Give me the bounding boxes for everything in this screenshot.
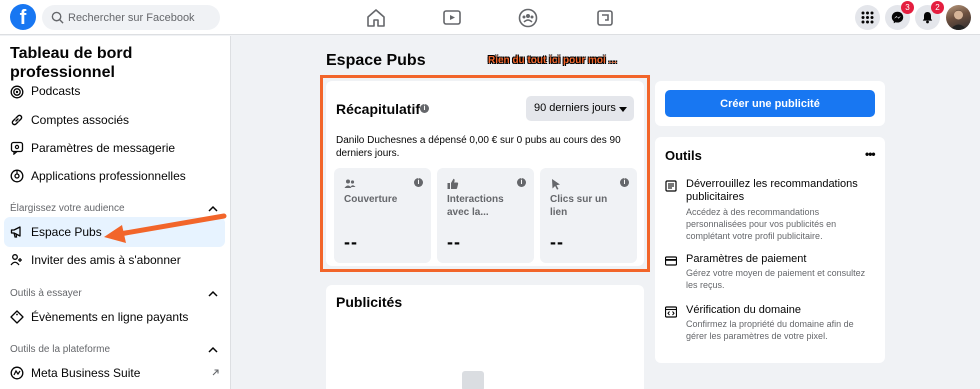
sidebar-item-podcasts[interactable]: Podcasts	[4, 78, 225, 108]
sidebar-item-label: Inviter des amis à s'abonner	[31, 253, 181, 267]
link-icon	[11, 114, 23, 126]
sidebar-item-label: Comptes associés	[31, 113, 130, 127]
sidebar-title: Tableau de bord professionnel	[10, 45, 133, 81]
sidebar-item-label: Meta Business Suite	[31, 366, 141, 380]
bell-icon	[922, 12, 933, 24]
ticket-icon	[10, 310, 24, 324]
meta-business-icon	[10, 366, 24, 380]
invite-friends-icon	[10, 254, 22, 266]
sidebar-item-meta-business-suite[interactable]: Meta Business Suite	[4, 358, 225, 388]
notifications-badge: 2	[931, 1, 944, 14]
section-platform-title: Outils de la plateforme	[10, 344, 111, 355]
search-input[interactable]	[68, 5, 214, 30]
tool-title: Vérification du domaine	[686, 304, 801, 316]
tool-title: Paramètres de paiement	[686, 253, 807, 265]
highlight-box	[320, 75, 650, 272]
annotation-text: Rien du tout ici pour moi ...	[488, 55, 617, 66]
home-icon[interactable]	[365, 7, 387, 29]
recommendations-icon	[665, 180, 677, 192]
chevron-up-icon[interactable]	[208, 290, 218, 297]
top-navigation-bar: f 3 2	[0, 0, 980, 35]
notifications-button[interactable]: 2	[915, 1, 944, 30]
sidebar-item-label: Espace Pubs	[31, 225, 102, 239]
create-ad-card: Créer une publicité	[655, 81, 885, 126]
tool-description: Gérez votre moyen de paiement et consult…	[686, 268, 866, 290]
empty-state-illustration-icon	[462, 371, 484, 389]
podcast-icon	[10, 85, 24, 99]
profile-avatar[interactable]	[946, 5, 971, 30]
groups-icon[interactable]	[517, 7, 539, 29]
gaming-icon[interactable]	[594, 7, 616, 29]
search-icon	[51, 11, 64, 24]
tool-description: Confirmez la propriété du domaine afin d…	[686, 319, 854, 341]
annotation-arrow	[104, 213, 227, 243]
sidebar-item-messaging-settings[interactable]: Paramètres de messagerie	[4, 133, 225, 163]
more-options-icon[interactable]: •••	[865, 147, 876, 161]
tool-description: Accédez à des recommandations personnali…	[686, 207, 837, 241]
megaphone-icon	[10, 226, 21, 238]
sidebar-item-label: Applications professionnelles	[31, 169, 186, 183]
apps-icon	[10, 169, 24, 183]
grid-menu-icon	[861, 11, 874, 24]
chevron-up-icon[interactable]	[208, 346, 218, 353]
tool-title: Déverrouillez les recommandations public…	[686, 178, 858, 203]
messenger-button[interactable]: 3	[885, 1, 914, 30]
credit-card-icon	[665, 256, 677, 266]
code-window-icon	[665, 306, 677, 318]
tools-title: Outils	[665, 148, 702, 163]
watch-video-icon[interactable]	[441, 7, 463, 29]
search-box[interactable]	[42, 5, 220, 30]
menu-button[interactable]	[855, 5, 880, 30]
sidebar-item-business-apps[interactable]: Applications professionnelles	[4, 161, 225, 191]
avatar-photo-icon	[950, 10, 967, 30]
messenger-icon	[891, 11, 904, 24]
sidebar-item-paid-online-events[interactable]: Évènements en ligne payants	[4, 302, 225, 332]
create-ad-button[interactable]: Créer une publicité	[665, 90, 875, 117]
ads-title: Publicités	[336, 294, 403, 310]
chat-settings-icon	[10, 141, 24, 155]
tools-card: Outils ••• Déverrouillez les recommandat…	[655, 137, 885, 363]
messenger-badge: 3	[901, 1, 914, 14]
sidebar-item-linked-accounts[interactable]: Comptes associés	[4, 105, 225, 135]
sidebar-item-label: Paramètres de messagerie	[31, 141, 176, 155]
facebook-logo[interactable]: f	[10, 4, 36, 30]
page-title: Espace Pubs	[326, 52, 426, 69]
section-tools-title: Outils à essayer	[10, 288, 82, 299]
ads-card: Publicités	[326, 285, 644, 389]
sidebar-item-label: Podcasts	[31, 84, 81, 98]
external-link-icon	[212, 369, 219, 376]
sidebar-item-label: Évènements en ligne payants	[31, 310, 189, 324]
